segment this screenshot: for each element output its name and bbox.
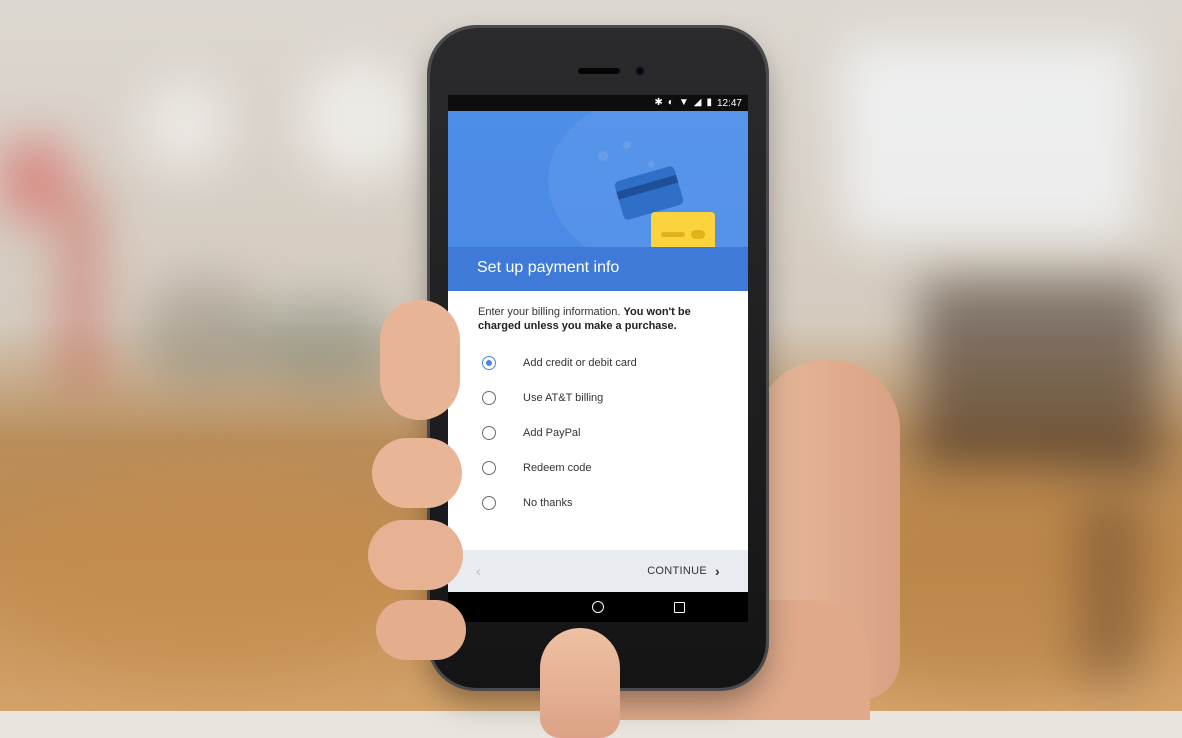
wifi-icon: ▼ — [678, 97, 689, 108]
status-bar: ✱ ◐ ▼ ◢ ▮ 12:47 — [448, 95, 748, 111]
option-label: Use AT&T billing — [523, 391, 604, 404]
signal-icon: ◢ — [693, 97, 702, 108]
bluetooth-icon: ✱ — [654, 97, 663, 108]
option-no-thanks[interactable]: No thanks — [478, 485, 748, 520]
option-credit-card[interactable]: Add credit or debit card — [478, 345, 748, 380]
option-label: Redeem code — [523, 461, 592, 474]
radio-no-thanks[interactable] — [482, 495, 496, 510]
nav-recents-icon[interactable] — [673, 601, 685, 613]
option-label: Add credit or debit card — [523, 356, 637, 369]
option-att-billing[interactable]: Use AT&T billing — [478, 380, 748, 415]
thumb — [540, 628, 620, 738]
nav-home-icon[interactable] — [591, 601, 604, 613]
radio-att-billing[interactable] — [482, 390, 496, 405]
chevron-right-icon: › — [715, 563, 720, 579]
option-label: No thanks — [523, 496, 573, 509]
radio-redeem-code[interactable] — [482, 460, 496, 475]
footer-bar: ‹ CONTINUE › — [448, 550, 748, 592]
phone: ✱ ◐ ▼ ◢ ▮ 12:47 Set up payment info Ente… — [430, 28, 766, 688]
option-paypal[interactable]: Add PayPal — [478, 415, 748, 450]
page-title: Set up payment info — [477, 259, 620, 276]
android-navbar — [448, 592, 748, 622]
radio-credit-card[interactable] — [482, 355, 496, 370]
option-redeem-code[interactable]: Redeem code — [478, 450, 748, 485]
option-label: Add PayPal — [523, 426, 581, 439]
yellow-card-icon — [651, 212, 715, 252]
phone-screen: ✱ ◐ ▼ ◢ ▮ 12:47 Set up payment info Ente… — [448, 95, 748, 622]
finger-top — [380, 300, 460, 420]
finger — [372, 438, 462, 508]
nav-back-icon[interactable] — [512, 602, 522, 612]
back-chevron-icon[interactable]: ‹ — [476, 563, 481, 579]
billing-intro: Enter your billing information. You won'… — [478, 305, 723, 333]
phone-speaker — [578, 68, 620, 74]
intro-text: Enter your billing information. — [478, 306, 621, 318]
vibrate-icon: ◐ — [667, 97, 674, 108]
finger — [376, 600, 466, 660]
radio-paypal[interactable] — [482, 425, 496, 440]
battery-icon: ▮ — [706, 97, 712, 108]
finger — [368, 520, 463, 590]
continue-button[interactable]: CONTINUE › — [647, 563, 720, 579]
payment-header: Set up payment info — [448, 111, 748, 291]
continue-label: CONTINUE — [647, 565, 708, 577]
phone-camera — [635, 66, 645, 76]
payment-options: Enter your billing information. You won'… — [448, 291, 748, 520]
status-time: 12:47 — [716, 97, 742, 109]
